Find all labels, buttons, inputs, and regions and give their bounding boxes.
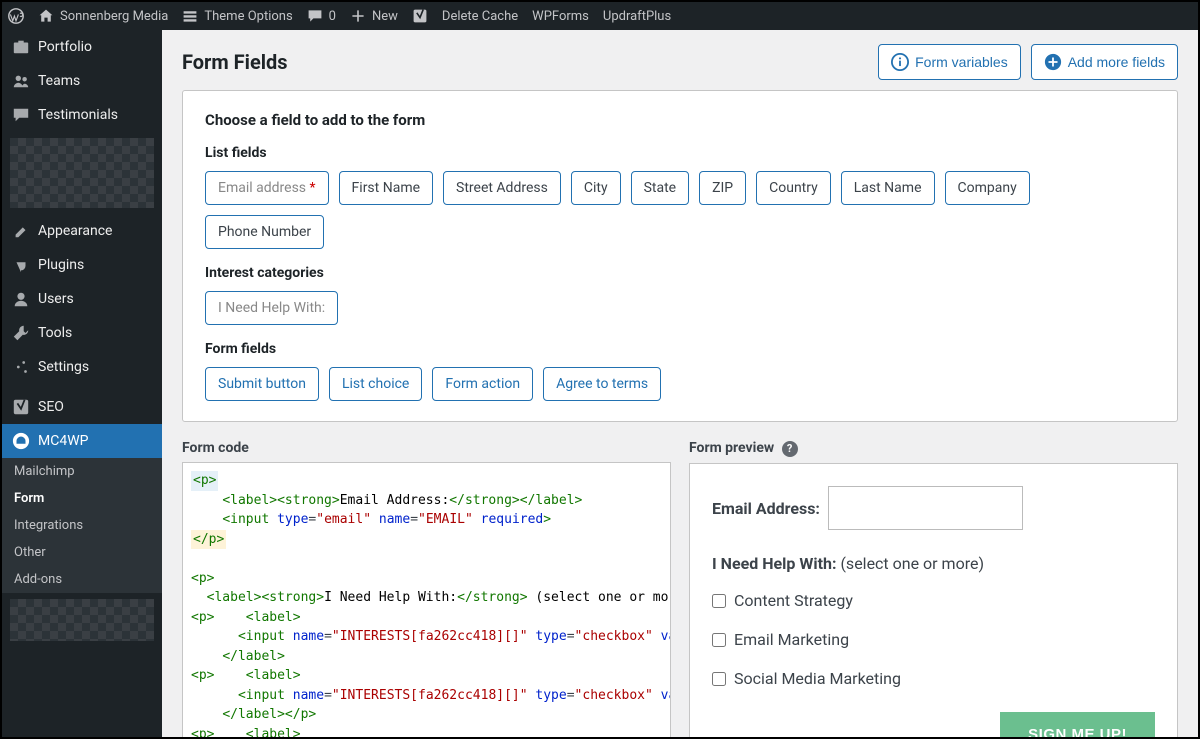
sidebar-item-settings[interactable]: Settings [2, 350, 162, 384]
form-variables-button[interactable]: Form variables [878, 44, 1021, 80]
field-phone-number[interactable]: Phone Number [205, 215, 324, 249]
sidebar-item-seo[interactable]: SEO [2, 390, 162, 424]
form-preview-box: Email Address: I Need Help With: (select… [689, 463, 1178, 737]
preview-cb-content-strategy[interactable] [712, 594, 726, 608]
yoast-icon[interactable] [412, 8, 428, 24]
mc4wp-submenu: Mailchimp Form Integrations Other Add-on… [2, 458, 162, 593]
form-code-editor[interactable]: <p> <label><strong>Email Address:</stron… [182, 462, 671, 737]
theme-options[interactable]: Theme Options [182, 8, 292, 24]
form-fields-label: Form fields [205, 341, 1155, 357]
admin-bar: Sonnenberg Media Theme Options 0 New Del… [2, 2, 1198, 30]
sidebar-item-teams[interactable]: Teams [2, 64, 162, 98]
sidebar-item-users[interactable]: Users [2, 282, 162, 316]
wp-logo-icon[interactable] [8, 8, 24, 24]
site-link[interactable]: Sonnenberg Media [38, 8, 168, 24]
updraftplus-link[interactable]: UpdraftPlus [603, 9, 671, 24]
panel-heading: Choose a field to add to the form [205, 111, 1155, 129]
page-title: Form Fields [182, 50, 288, 74]
interest-i-need-help[interactable]: I Need Help With: [205, 291, 338, 325]
sub-item-other[interactable]: Other [2, 539, 162, 566]
sidebar-item-testimonials[interactable]: Testimonials [2, 98, 162, 132]
sub-item-form[interactable]: Form [2, 485, 162, 512]
help-icon[interactable]: ? [782, 441, 798, 457]
new-content[interactable]: New [350, 8, 398, 24]
redacted-area [10, 138, 154, 208]
preview-email-label: Email Address: [712, 499, 820, 518]
field-company[interactable]: Company [945, 171, 1030, 205]
form-code-section: Form code <p> <label><strong>Email Addre… [182, 440, 671, 737]
field-city[interactable]: City [571, 171, 621, 205]
interest-categories-label: Interest categories [205, 265, 1155, 281]
preview-submit-button[interactable]: SIGN ME UP! [1000, 712, 1155, 737]
sub-item-mailchimp[interactable]: Mailchimp [2, 458, 162, 485]
preview-cb-email-marketing[interactable] [712, 633, 726, 647]
form-preview-section: Form preview ? Email Address: I Need Hel… [689, 440, 1178, 737]
content-area: Form Fields Form variables Add more fiel… [162, 30, 1198, 737]
field-agree-to-terms[interactable]: Agree to terms [543, 367, 661, 401]
delete-cache[interactable]: Delete Cache [442, 9, 518, 24]
add-more-fields-button[interactable]: Add more fields [1031, 44, 1178, 80]
sidebar-item-appearance[interactable]: Appearance [2, 214, 162, 248]
field-zip[interactable]: ZIP [699, 171, 746, 205]
preview-cb-label: Content Strategy [734, 591, 853, 610]
sidebar-item-mc4wp[interactable]: MC4WP [2, 424, 162, 458]
field-last-name[interactable]: Last Name [841, 171, 935, 205]
field-street-address[interactable]: Street Address [443, 171, 561, 205]
sidebar-item-tools[interactable]: Tools [2, 316, 162, 350]
sub-item-addons[interactable]: Add-ons [2, 566, 162, 593]
field-country[interactable]: Country [756, 171, 831, 205]
choose-field-panel: Choose a field to add to the form List f… [182, 90, 1178, 422]
preview-cb-label: Email Marketing [734, 630, 849, 649]
field-email-address[interactable]: Email address * [205, 171, 329, 205]
preview-cb-social-media[interactable] [712, 672, 726, 686]
field-first-name[interactable]: First Name [339, 171, 433, 205]
wpforms-link[interactable]: WPForms [532, 9, 589, 24]
form-code-title: Form code [182, 440, 671, 456]
preview-cb-label: Social Media Marketing [734, 669, 901, 688]
form-preview-title: Form preview ? [689, 440, 1178, 457]
field-form-action[interactable]: Form action [432, 367, 533, 401]
redacted-area [10, 599, 154, 641]
admin-sidebar: Portfolio Teams Testimonials Appearance … [2, 30, 162, 737]
comments[interactable]: 0 [307, 8, 336, 24]
field-list-choice[interactable]: List choice [329, 367, 422, 401]
list-fields-label: List fields [205, 145, 1155, 161]
field-state[interactable]: State [631, 171, 690, 205]
sidebar-item-plugins[interactable]: Plugins [2, 248, 162, 282]
sub-item-integrations[interactable]: Integrations [2, 512, 162, 539]
sidebar-item-portfolio[interactable]: Portfolio [2, 30, 162, 64]
field-submit-button[interactable]: Submit button [205, 367, 319, 401]
list-fields-row: Email address * First Name Street Addres… [205, 171, 1155, 249]
preview-email-input[interactable] [828, 486, 1023, 530]
preview-help-heading: I Need Help With: (select one or more) [712, 554, 1155, 573]
